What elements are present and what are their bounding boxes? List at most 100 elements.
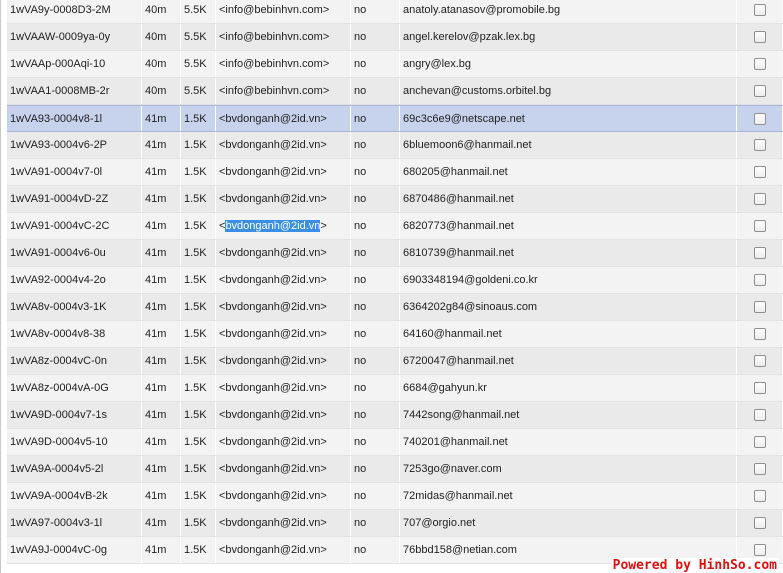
message-frozen: no — [351, 159, 400, 185]
row-checkbox[interactable] — [753, 166, 766, 178]
message-age: 41m — [142, 132, 181, 158]
queue-row[interactable]: 1wVA97-0004v3-1l 41m 1.5K <bvdonganh@2id.vn… — [7, 510, 783, 537]
select-cell — [737, 456, 783, 482]
message-age: 41m — [142, 186, 181, 212]
select-cell — [737, 240, 783, 266]
queue-row[interactable]: 1wVA9A-0004vB-2k 41m 1.5K <bvdonganh@2id.vn… — [7, 483, 783, 510]
row-checkbox[interactable] — [753, 328, 766, 340]
queue-row[interactable]: 1wVA9D-0004v5-10 41m 1.5K <bvdonganh@2id.vn… — [7, 429, 783, 456]
queue-row[interactable]: 1wVA8v-0004v8-38 41m 1.5K <bvdonganh@2id.vn… — [7, 321, 783, 348]
row-checkbox[interactable] — [753, 247, 766, 259]
select-cell — [737, 375, 783, 401]
queue-row[interactable]: 1wVA91-0004v6-0u 41m 1.5K <bvdonganh@2id.vn… — [7, 240, 783, 267]
message-recipient: 69c3c6e9@netscape.net — [400, 106, 737, 131]
message-age: 41m — [142, 294, 181, 320]
row-checkbox[interactable] — [753, 463, 766, 475]
message-size: 1.5K — [181, 348, 216, 374]
message-recipient: 7253go@naver.com — [400, 456, 737, 482]
select-cell — [737, 267, 783, 293]
message-recipient: 6720047@hanmail.net — [400, 348, 737, 374]
message-id: 1wVA9D-0004v7-1s — [7, 402, 142, 428]
select-cell — [737, 429, 783, 455]
message-recipient: 6810739@hanmail.net — [400, 240, 737, 266]
message-id: 1wVAAp-000Aqi-10 — [7, 51, 142, 77]
message-age: 41m — [142, 402, 181, 428]
queue-row[interactable]: 1wVA8z-0004vA-0G 41m 1.5K <bvdonganh@2id.vn… — [7, 375, 783, 402]
select-cell — [737, 24, 783, 50]
queue-row[interactable]: 1wVA91-0004v7-0l 41m 1.5K <bvdonganh@2id.vn… — [7, 159, 783, 186]
message-age: 41m — [142, 429, 181, 455]
message-recipient: angel.kerelov@pzak.lex.bg — [400, 24, 737, 50]
queue-row[interactable]: 1wVAA1-0008MB-2r 40m 5.5K <info@bebinhvn.co… — [7, 78, 783, 105]
queue-row[interactable]: 1wVAAW-0009ya-0y 40m 5.5K <info@bebinhvn.co… — [7, 24, 783, 51]
row-checkbox[interactable] — [753, 409, 766, 421]
message-recipient: 6bluemoon6@hanmail.net — [400, 132, 737, 158]
row-checkbox[interactable] — [753, 436, 766, 448]
message-id: 1wVAA1-0008MB-2r — [7, 78, 142, 104]
message-frozen: no — [351, 321, 400, 347]
queue-row[interactable]: 1wVA93-0004v6-2P 41m 1.5K <bvdonganh@2id.vn… — [7, 132, 783, 159]
message-id: 1wVA8z-0004vC-0n — [7, 348, 142, 374]
message-age: 40m — [142, 0, 181, 23]
row-checkbox[interactable] — [753, 112, 766, 125]
queue-row[interactable]: 1wVA92-0004v4-2o 41m 1.5K <bvdonganh@2id.vn… — [7, 267, 783, 294]
mail-queue-table: 1wVA9y-0008D3-2M 40m 5.5K <info@bebinhvn.co… — [7, 0, 783, 564]
queue-row[interactable]: 1wVA8v-0004v3-1K 41m 1.5K <bvdonganh@2id.vn… — [7, 294, 783, 321]
message-id: 1wVA8v-0004v8-38 — [7, 321, 142, 347]
message-sender: <bvdonganh@2id.vn> — [216, 267, 351, 293]
message-age: 41m — [142, 510, 181, 536]
message-sender: <bvdonganh@2id.vn> — [216, 402, 351, 428]
message-size: 1.5K — [181, 240, 216, 266]
message-sender: <bvdonganh@2id.vn> — [216, 132, 351, 158]
message-id: 1wVA93-0004v8-1l — [7, 106, 142, 131]
row-checkbox[interactable] — [753, 274, 766, 286]
message-size: 5.5K — [181, 24, 216, 50]
row-checkbox[interactable] — [753, 139, 766, 151]
message-size: 1.5K — [181, 321, 216, 347]
queue-row[interactable]: 1wVAAp-000Aqi-10 40m 5.5K <info@bebinhvn.co… — [7, 51, 783, 78]
queue-row[interactable]: 1wVA93-0004v8-1l 41m 1.5K <bvdonganh@2id.vn… — [7, 105, 783, 132]
row-checkbox[interactable] — [753, 517, 766, 529]
message-frozen: no — [351, 186, 400, 212]
row-checkbox[interactable] — [753, 193, 766, 205]
message-age: 41m — [142, 106, 181, 131]
message-id: 1wVA8z-0004vA-0G — [7, 375, 142, 401]
message-recipient: anchevan@customs.orbitel.bg — [400, 78, 737, 104]
queue-row[interactable]: 1wVA91-0004vC-2C 41m 1.5K < bvdonganh@2id.vn… — [7, 213, 783, 240]
row-checkbox[interactable] — [753, 355, 766, 367]
message-recipient: 740201@hanmail.net — [400, 429, 737, 455]
row-checkbox[interactable] — [753, 220, 766, 232]
message-size: 1.5K — [181, 106, 216, 131]
message-sender: <bvdonganh@2id.vn> — [216, 429, 351, 455]
sender-suffix: > — [320, 220, 327, 232]
message-age: 41m — [142, 456, 181, 482]
row-checkbox[interactable] — [753, 85, 766, 97]
queue-row[interactable]: 1wVA91-0004vD-2Z 41m 1.5K <bvdonganh@2id.vn… — [7, 186, 783, 213]
row-checkbox[interactable] — [753, 4, 766, 16]
row-checkbox[interactable] — [753, 58, 766, 70]
message-recipient: 6903348194@goldeni.co.kr — [400, 267, 737, 293]
message-frozen: no — [351, 429, 400, 455]
message-sender: <info@bebinhvn.com> — [216, 24, 351, 50]
message-frozen: no — [351, 456, 400, 482]
message-sender: <bvdonganh@2id.vn> — [216, 537, 351, 563]
message-frozen: no — [351, 24, 400, 50]
queue-row[interactable]: 1wVA9D-0004v7-1s 41m 1.5K <bvdonganh@2id.vn… — [7, 402, 783, 429]
select-cell — [737, 348, 783, 374]
queue-row[interactable]: 1wVA8z-0004vC-0n 41m 1.5K <bvdonganh@2id.vn… — [7, 348, 783, 375]
message-recipient: 707@orgio.net — [400, 510, 737, 536]
row-checkbox[interactable] — [753, 31, 766, 43]
watermark: Powered by HinhSo.com — [610, 558, 779, 573]
row-checkbox[interactable] — [753, 382, 766, 394]
message-id: 1wVA9J-0004vC-0g — [7, 537, 142, 563]
message-size: 5.5K — [181, 78, 216, 104]
queue-row[interactable]: 1wVA9y-0008D3-2M 40m 5.5K <info@bebinhvn.co… — [7, 0, 783, 24]
message-age: 41m — [142, 267, 181, 293]
message-recipient: 6820773@hanmail.net — [400, 213, 737, 239]
queue-row[interactable]: 1wVA9A-0004v5-2l 41m 1.5K <bvdonganh@2id.vn… — [7, 456, 783, 483]
message-frozen: no — [351, 240, 400, 266]
row-checkbox[interactable] — [753, 544, 766, 556]
message-id: 1wVA92-0004v4-2o — [7, 267, 142, 293]
row-checkbox[interactable] — [753, 301, 766, 313]
row-checkbox[interactable] — [753, 490, 766, 502]
